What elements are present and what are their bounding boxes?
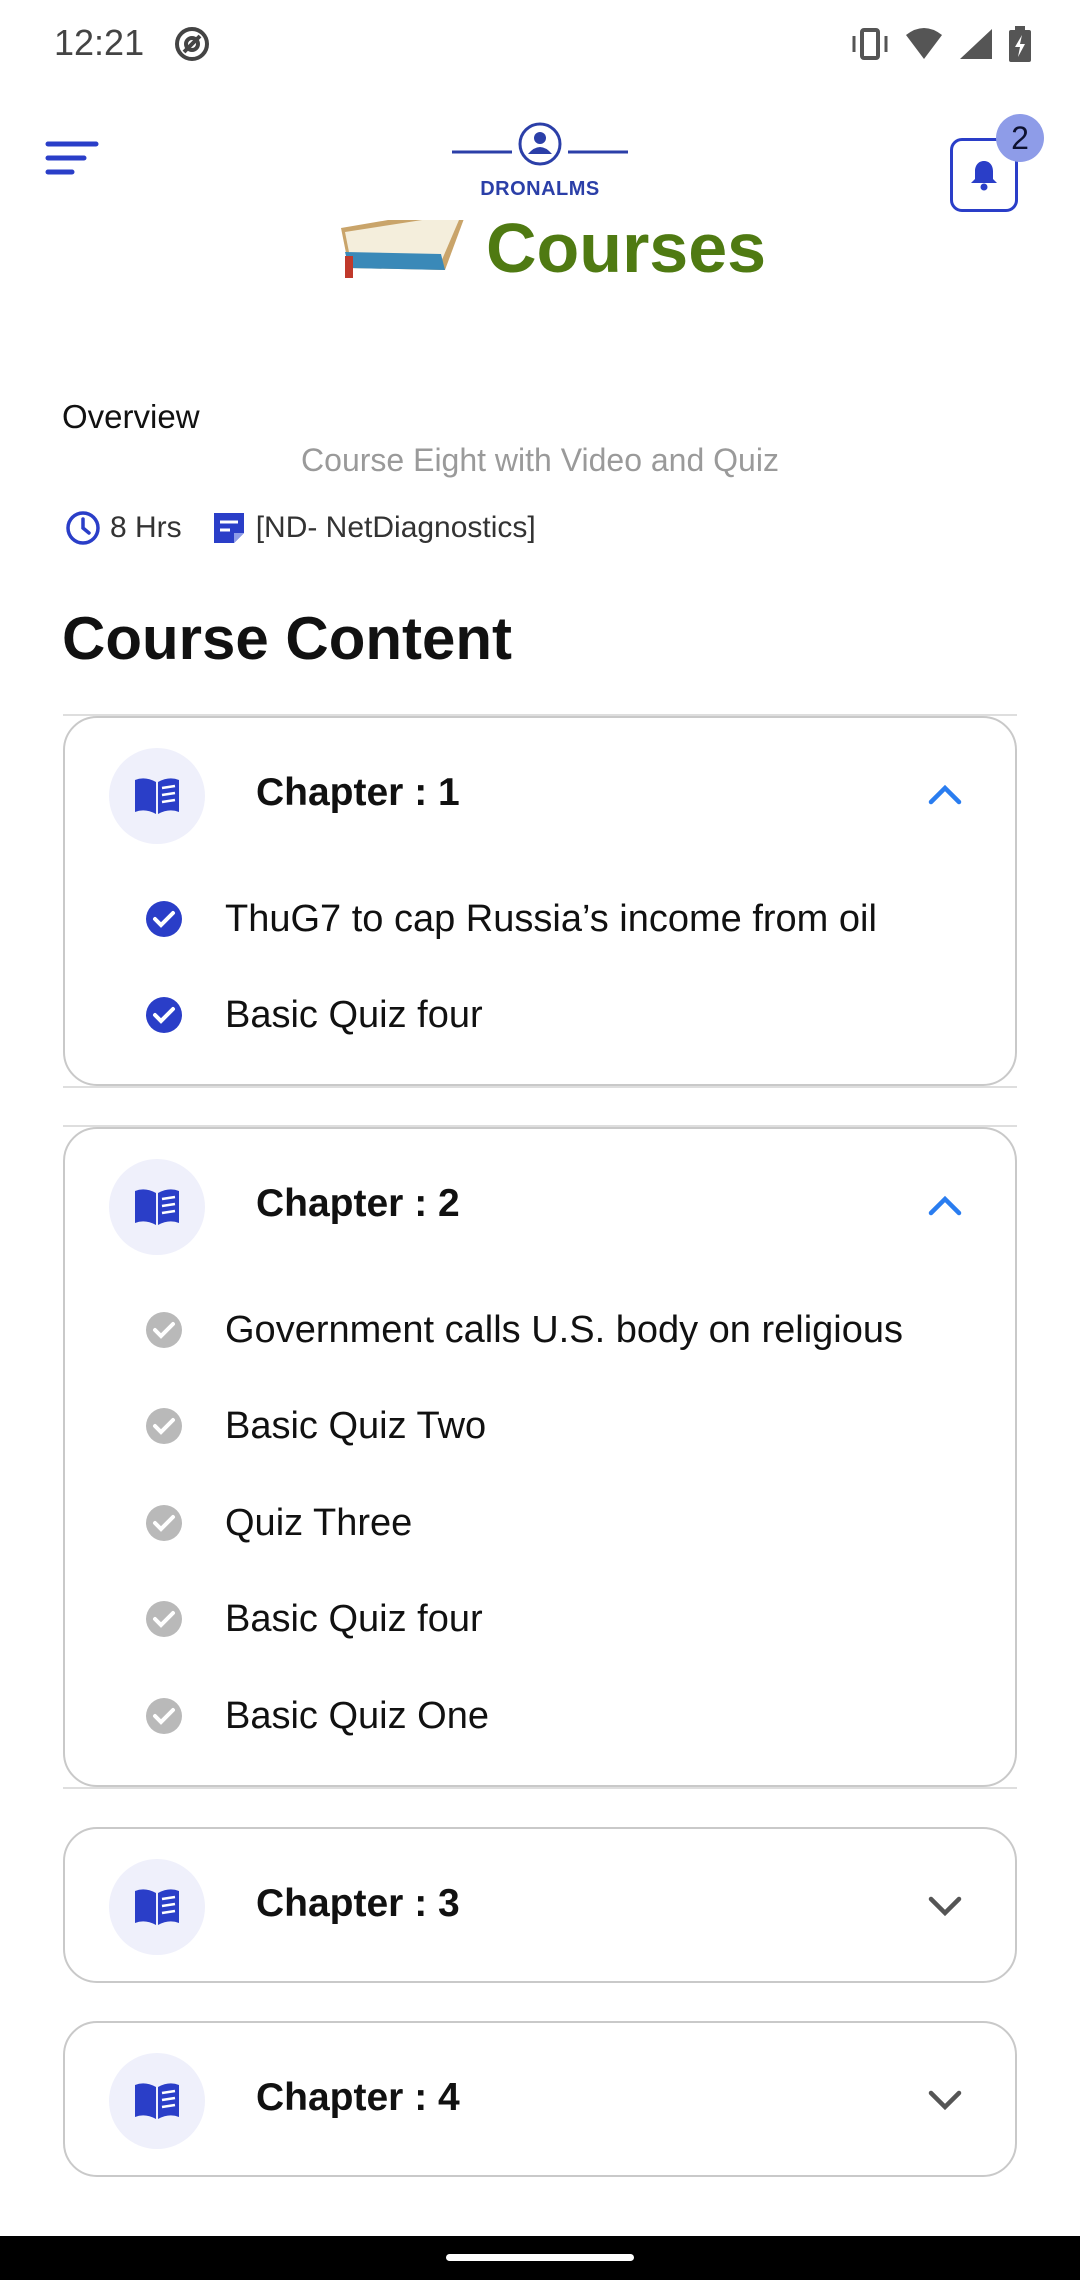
open-book-icon: [135, 2083, 179, 2119]
chevron-down-icon[interactable]: [927, 1891, 963, 1919]
chapter-title: Chapter : 1: [256, 771, 460, 814]
chapter-header[interactable]: Chapter : 1: [65, 718, 1015, 872]
course-name: Course Eight with Video and Quiz: [301, 442, 779, 478]
chapter-header[interactable]: Chapter : 2: [65, 1129, 1015, 1283]
chapter-header[interactable]: Chapter : 4: [65, 2023, 1015, 2177]
status-time: 12:21: [54, 22, 145, 63]
lesson-label: Basic Quiz four: [225, 993, 483, 1036]
check-circle-icon: [146, 1505, 182, 1541]
lesson-item[interactable]: Basic Quiz four: [145, 1594, 483, 1644]
vibrate-icon: [852, 28, 888, 60]
lesson-label: Quiz Three: [225, 1501, 413, 1544]
app-logo: DRONALMS: [450, 120, 630, 200]
battery-charging-icon: [1009, 26, 1031, 62]
chapter-card: Chapter : 1 ThuG7 to cap Russia’s income…: [63, 714, 1017, 1088]
chapter-header[interactable]: Chapter : 3: [65, 1829, 1015, 1983]
lesson-label: Basic Quiz Two: [225, 1404, 487, 1447]
chevron-down-icon[interactable]: [927, 2085, 963, 2113]
lesson-label: Basic Quiz four: [225, 1597, 483, 1640]
status-icons: [850, 24, 1032, 64]
lesson-item[interactable]: Quiz Three: [145, 1498, 412, 1548]
chapter-title: Chapter : 2: [256, 1182, 460, 1225]
clock-icon: [66, 511, 100, 545]
chapter-icon-circle: [109, 748, 205, 844]
chapter-card: Chapter : 4: [63, 2021, 1017, 2177]
lesson-item[interactable]: ThuG7 to cap Russia’s income from oil: [145, 894, 877, 944]
check-circle-icon: [146, 997, 182, 1033]
app-header: DRONALMS 2: [0, 90, 1080, 220]
category-note-icon: [213, 513, 244, 543]
course-content-title: Course Content: [62, 605, 512, 672]
menu-icon[interactable]: [44, 138, 100, 178]
open-book-icon: [135, 1889, 179, 1925]
chapter-title: Chapter : 3: [256, 1882, 460, 1925]
at-sign-icon: [175, 27, 209, 61]
overview-label: Overview: [62, 398, 200, 435]
open-book-icon: [135, 778, 179, 814]
chapter-title: Chapter : 4: [256, 2076, 460, 2119]
lesson-label: ThuG7 to cap Russia’s income from oil: [225, 897, 877, 940]
home-gesture-handle[interactable]: [446, 2254, 634, 2261]
chapter-card: Chapter : 3: [63, 1827, 1017, 1983]
lesson-item[interactable]: Government calls U.S. body on religious: [145, 1305, 903, 1355]
logo-text: DRONALMS: [480, 178, 600, 200]
chapter-icon-circle: [109, 1859, 205, 1955]
open-book-icon: [135, 1189, 179, 1225]
book-illustration-icon: [341, 220, 464, 278]
chapter-icon-circle: [109, 1159, 205, 1255]
signal-icon: [960, 29, 992, 59]
check-circle-icon: [146, 901, 182, 937]
lesson-item[interactable]: Basic Quiz Two: [145, 1401, 486, 1451]
banner-title: Courses: [486, 220, 767, 287]
lesson-label: Government calls U.S. body on religious: [225, 1308, 903, 1351]
course-category: [ND- NetDiagnostics]: [255, 511, 536, 544]
wifi-icon: [906, 28, 942, 59]
lesson-item[interactable]: Basic Quiz four: [145, 990, 483, 1040]
chapter-icon-circle: [109, 2053, 205, 2149]
notification-badge: 2: [996, 114, 1044, 162]
system-nav-bar: [0, 2236, 1080, 2280]
course-duration: 8 Hrs: [110, 511, 182, 544]
logo-emblem-icon: [452, 122, 628, 166]
check-circle-icon: [146, 1408, 182, 1444]
chevron-up-icon[interactable]: [927, 780, 963, 808]
check-circle-icon: [146, 1698, 182, 1734]
lesson-label: Basic Quiz One: [225, 1694, 489, 1737]
check-circle-icon: [146, 1312, 182, 1348]
chapter-card: Chapter : 2 Government calls U.S. body o…: [63, 1125, 1017, 1789]
course-meta: 8 Hrs [ND- NetDiagnostics]: [64, 506, 536, 550]
lesson-item[interactable]: Basic Quiz One: [145, 1691, 489, 1741]
bell-icon: [971, 161, 997, 191]
check-circle-icon: [146, 1601, 182, 1637]
chevron-up-icon[interactable]: [927, 1191, 963, 1219]
status-bar: 12:21: [0, 0, 1080, 90]
courses-banner: Courses: [0, 220, 1080, 290]
